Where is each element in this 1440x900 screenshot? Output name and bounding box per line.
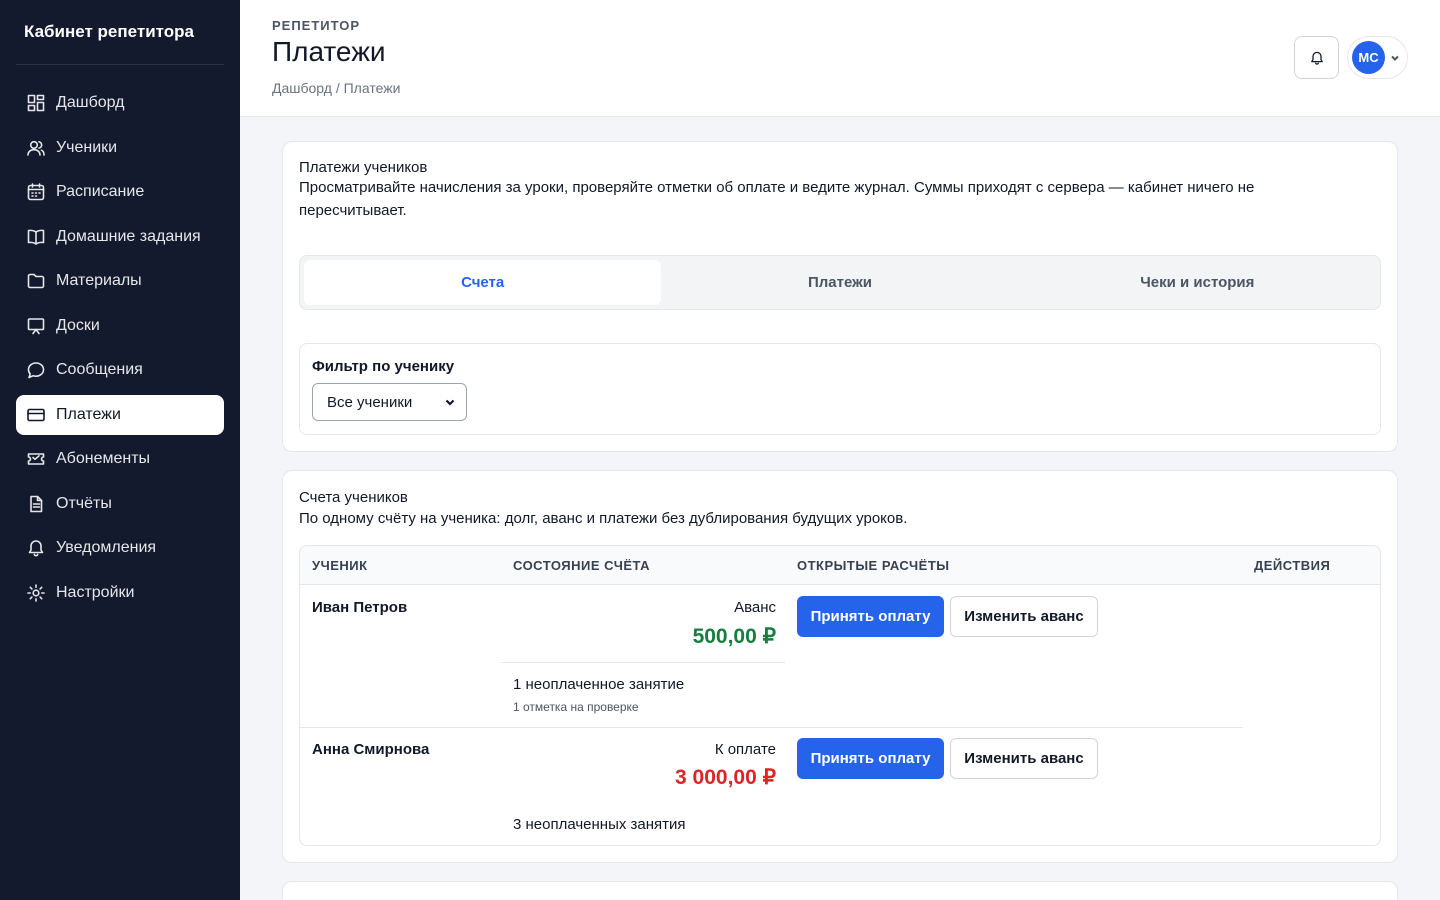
student-filter-panel: Фильтр по ученику Все ученики	[299, 343, 1381, 435]
sidebar-item-reports[interactable]: Отчёты	[16, 484, 224, 524]
payments-card-title: Платежи учеников	[299, 159, 428, 176]
sidebar-item-label: Ученики	[56, 138, 118, 156]
chevron-down-icon	[1389, 52, 1401, 64]
account-amount: 3 000,00 ₽	[675, 766, 776, 789]
board-icon	[26, 316, 46, 336]
table-row: Иван Петров Аванс 500,00 ₽ Принять оплат…	[300, 585, 1380, 727]
page-eyebrow: РЕПЕТИТОР	[272, 18, 361, 33]
sidebar: Кабинет репетитора Дашборд Ученики Распи…	[0, 0, 240, 900]
tab-invoices[interactable]: Счета	[304, 260, 662, 305]
accounts-card-title: Счета учеников	[299, 489, 408, 506]
account-state-label: К оплате	[714, 741, 776, 758]
sidebar-item-homework[interactable]: Домашние задания	[16, 217, 224, 257]
column-header-account-state: СОСТОЯНИЕ СЧЁТА	[513, 558, 651, 573]
edit-advance-button[interactable]: Изменить аванс	[950, 738, 1098, 779]
message-icon	[26, 360, 46, 380]
table-header: УЧЕНИК СОСТОЯНИЕ СЧЁТА ОТКРЫТЫЕ РАСЧЁТЫ …	[300, 546, 1380, 585]
sidebar-brand: Кабинет репетитора	[16, 0, 224, 65]
filter-label: Фильтр по ученику	[312, 358, 455, 375]
table-row: Анна Смирнова К оплате 3 000,00 ₽ Принят…	[300, 727, 1380, 845]
sidebar-item-label: Расписание	[56, 183, 145, 200]
calendar-icon	[26, 182, 46, 202]
payments-card: Платежи учеников Просматривайте начислен…	[282, 141, 1398, 452]
ticket-icon	[26, 449, 46, 469]
users-icon	[26, 138, 46, 158]
sidebar-item-label: Сообщения	[56, 361, 143, 378]
accept-payment-button[interactable]: Принять оплату	[797, 738, 944, 779]
review-marks: 1 отметка на проверке	[513, 700, 639, 714]
student-filter-select[interactable]: Все ученики	[312, 383, 467, 421]
sidebar-item-payments[interactable]: Платежи	[16, 394, 224, 435]
sidebar-item-schedule[interactable]: Расписание	[16, 172, 224, 212]
sidebar-item-boards[interactable]: Доски	[16, 306, 224, 346]
sidebar-item-label: Абонементы	[56, 450, 151, 467]
dashboard-icon	[26, 93, 46, 113]
bell-icon	[26, 538, 46, 558]
accounts-card-description: По одному счёту на ученика: долг, аванс …	[299, 510, 908, 527]
page-header: РЕПЕТИТОР Платежи Дашборд / Платежи МС	[240, 0, 1440, 117]
card-icon	[26, 405, 46, 425]
account-state-label: Аванс	[734, 599, 776, 616]
sidebar-item-label: Дашборд	[56, 94, 125, 111]
column-header-actions: ДЕЙСТВИЯ	[1254, 558, 1331, 573]
notifications-button[interactable]	[1294, 36, 1339, 79]
sidebar-item-label: Материалы	[56, 272, 142, 289]
page-title: Платежи	[272, 36, 386, 67]
edit-advance-button[interactable]: Изменить аванс	[950, 596, 1098, 637]
book-icon	[26, 227, 46, 247]
column-header-student: УЧЕНИК	[312, 558, 368, 573]
avatar: МС	[1352, 41, 1385, 74]
unpaid-lessons: 1 неоплаченное занятие	[513, 676, 685, 693]
student-name: Иван Петров	[312, 599, 408, 616]
student-name: Анна Смирнова	[312, 741, 430, 758]
payments-card-description: Просматривайте начисления за уроки, пров…	[299, 179, 1255, 219]
sidebar-item-label: Платежи	[56, 405, 121, 423]
accounts-card: Счета учеников По одному счёту на ученик…	[282, 470, 1398, 863]
chevron-down-icon	[444, 396, 456, 408]
payments-tabs: Счета Платежи Чеки и история	[299, 255, 1381, 310]
gear-icon	[26, 583, 46, 603]
sidebar-item-students[interactable]: Ученики	[16, 128, 224, 168]
accounts-table: УЧЕНИК СОСТОЯНИЕ СЧЁТА ОТКРЫТЫЕ РАСЧЁТЫ …	[299, 545, 1381, 846]
sidebar-item-subscriptions[interactable]: Абонементы	[16, 439, 224, 479]
bell-icon	[1309, 50, 1325, 66]
sidebar-item-label: Отчёты	[56, 494, 112, 512]
sidebar-item-dashboard[interactable]: Дашборд	[16, 83, 224, 123]
sidebar-item-notifications[interactable]: Уведомления	[16, 528, 224, 568]
folder-icon	[26, 271, 46, 291]
unpaid-lessons: 3 неоплаченных занятия	[513, 816, 686, 833]
account-amount: 500,00 ₽	[692, 625, 776, 648]
next-card	[282, 881, 1398, 900]
tab-payments[interactable]: Платежи	[661, 260, 1018, 305]
sidebar-item-materials[interactable]: Материалы	[16, 261, 224, 301]
report-icon	[26, 494, 46, 514]
sidebar-item-settings[interactable]: Настройки	[16, 573, 224, 613]
accept-payment-button[interactable]: Принять оплату	[797, 596, 944, 637]
user-menu-button[interactable]: МС	[1347, 36, 1408, 79]
sidebar-item-label: Доски	[56, 316, 100, 334]
breadcrumb[interactable]: Дашборд / Платежи	[272, 80, 400, 96]
sidebar-item-label: Домашние задания	[56, 227, 201, 245]
student-filter-value: Все ученики	[327, 393, 413, 411]
sidebar-item-label: Уведомления	[56, 539, 157, 556]
column-header-open-settlements: ОТКРЫТЫЕ РАСЧЁТЫ	[797, 558, 950, 573]
divider	[501, 662, 785, 663]
sidebar-item-messages[interactable]: Сообщения	[16, 350, 224, 390]
tab-receipts-history[interactable]: Чеки и история	[1019, 260, 1376, 305]
sidebar-item-label: Настройки	[56, 583, 135, 601]
